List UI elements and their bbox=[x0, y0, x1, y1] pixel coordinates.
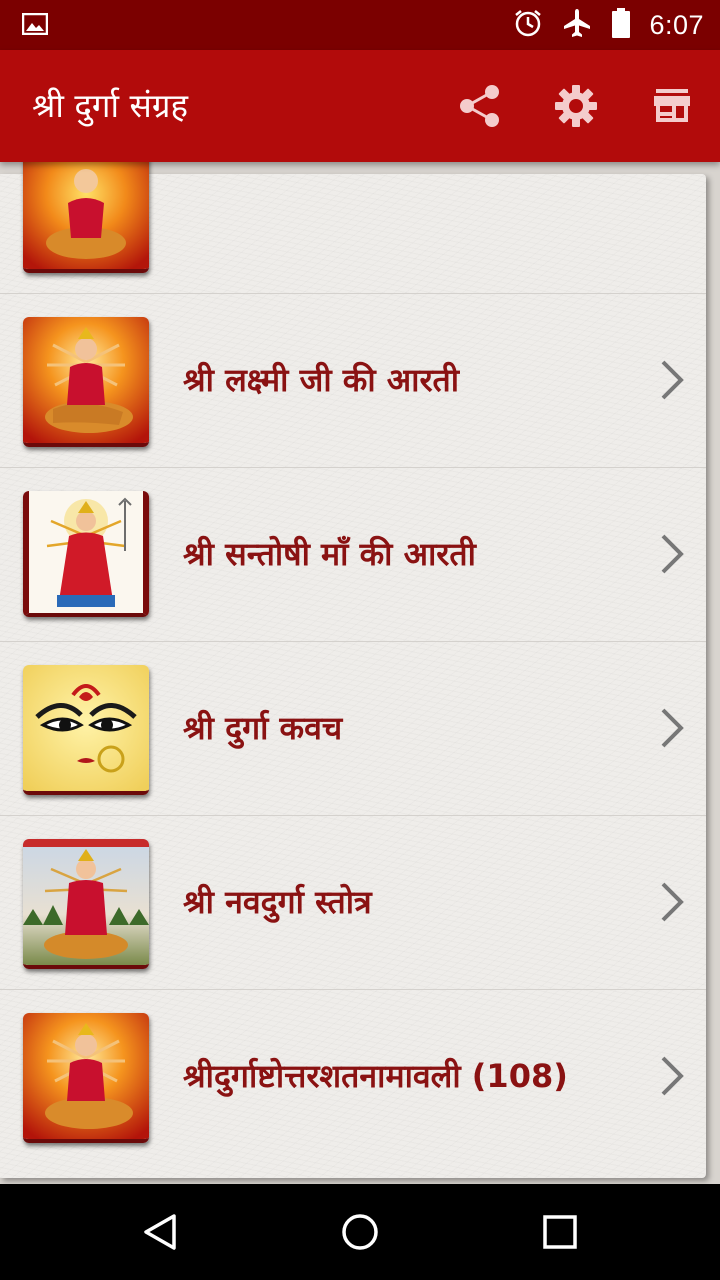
airplane-mode-icon bbox=[561, 7, 593, 43]
system-nav-bar bbox=[0, 1184, 720, 1280]
back-icon bbox=[144, 1214, 176, 1250]
settings-gear-icon bbox=[555, 85, 597, 127]
item-thumbnail bbox=[23, 162, 149, 273]
back-button[interactable] bbox=[136, 1208, 184, 1256]
chevron-right-icon bbox=[661, 1056, 684, 1096]
chevron-right-icon bbox=[661, 534, 684, 574]
store-icon bbox=[654, 89, 690, 122]
list-item[interactable]: श्री दुर्गा कवच bbox=[0, 642, 706, 816]
image-notification-icon bbox=[21, 12, 49, 36]
status-time: 6:07 bbox=[649, 9, 704, 40]
share-button[interactable] bbox=[454, 80, 506, 132]
item-thumbnail bbox=[23, 491, 149, 617]
item-thumbnail bbox=[23, 665, 149, 795]
item-thumbnail bbox=[23, 839, 149, 969]
home-button[interactable] bbox=[336, 1208, 384, 1256]
item-label: श्री सन्तोषी माँ की आरती bbox=[183, 535, 476, 573]
item-label: श्री दुर्गा कवच bbox=[183, 709, 343, 747]
list-item[interactable]: श्री सन्तोषी माँ की आरती bbox=[0, 468, 706, 642]
list-item[interactable]: श्री नवदुर्गा स्तोत्र bbox=[0, 816, 706, 990]
alarm-icon bbox=[513, 8, 543, 42]
list-item[interactable] bbox=[0, 162, 706, 294]
item-label: श्री लक्ष्मी जी की आरती bbox=[183, 361, 460, 399]
item-label: श्रीदुर्गाष्टोत्तरशतनामावली (108) bbox=[183, 1057, 568, 1095]
battery-icon bbox=[611, 7, 631, 43]
share-icon bbox=[460, 85, 499, 127]
list-item[interactable]: श्री लक्ष्मी जी की आरती bbox=[0, 294, 706, 468]
list-card: श्री लक्ष्मी जी की आरती श्री सन्तोषी माँ… bbox=[0, 162, 706, 1178]
chevron-right-icon bbox=[661, 708, 684, 748]
settings-button[interactable] bbox=[550, 80, 602, 132]
item-thumbnail bbox=[23, 1013, 149, 1143]
item-list: श्री लक्ष्मी जी की आरती श्री सन्तोषी माँ… bbox=[0, 162, 706, 1163]
content-area: श्री लक्ष्मी जी की आरती श्री सन्तोषी माँ… bbox=[0, 162, 720, 1184]
recents-button[interactable] bbox=[536, 1208, 584, 1256]
item-label: श्री नवदुर्गा स्तोत्र bbox=[183, 883, 372, 921]
list-item[interactable]: श्रीदुर्गाष्टोत्तरशतनामावली (108) bbox=[0, 990, 706, 1163]
recents-icon bbox=[543, 1215, 577, 1249]
store-button[interactable] bbox=[646, 80, 698, 132]
app-bar: श्री दुर्गा संग्रह bbox=[0, 50, 720, 162]
status-bar: 6:07 bbox=[0, 0, 720, 50]
app-title: श्री दुर्गा संग्रह bbox=[32, 86, 188, 125]
chevron-right-icon bbox=[661, 882, 684, 922]
home-icon bbox=[342, 1214, 378, 1250]
item-thumbnail bbox=[23, 317, 149, 447]
chevron-right-icon bbox=[661, 360, 684, 400]
